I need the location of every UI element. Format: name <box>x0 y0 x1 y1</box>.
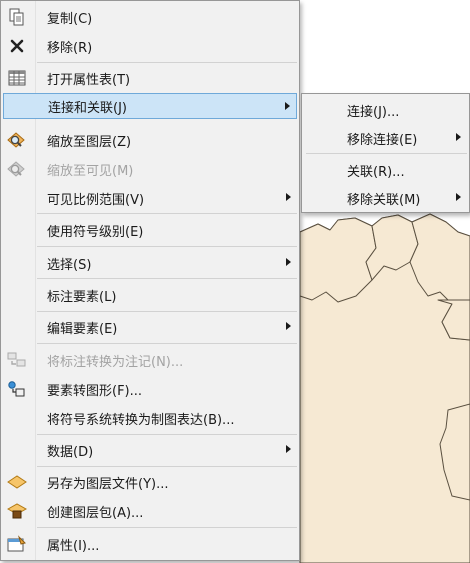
menu-item-convert-features-to-graphics[interactable]: 要素转图形(F)... <box>3 376 297 402</box>
layer-package-icon <box>7 501 27 521</box>
menu-item-selection[interactable]: 选择(S) <box>3 250 297 276</box>
menu-item-save-as-layer-file[interactable]: 另存为图层文件(Y)... <box>3 469 297 495</box>
menu-item-create-layer-package[interactable]: 创建图层包(A)... <box>3 498 297 524</box>
menu-item-joins-relates[interactable]: 连接和关联(J) <box>3 93 297 119</box>
menu-item-label: 缩放至图层(Z) <box>47 134 132 150</box>
menu-item-copy[interactable]: 复制(C) <box>3 4 297 30</box>
submenu-arrow-icon <box>286 193 291 201</box>
menu-separator <box>37 434 297 435</box>
menu-item-label: 连接(J)... <box>347 104 400 120</box>
menu-item-label: 创建图层包(A)... <box>47 505 144 521</box>
submenu-arrow-icon <box>285 102 290 110</box>
zoom-to-layer-icon <box>7 130 27 150</box>
menu-item-data[interactable]: 数据(D) <box>3 437 297 463</box>
copy-icon <box>7 7 27 27</box>
menu-item-label: 打开属性表(T) <box>47 72 131 88</box>
menu-separator <box>37 213 297 214</box>
menu-item-zoom-to-visible: 缩放至可见(M) <box>3 156 297 182</box>
menu-item-label: 关联(R)... <box>347 164 405 180</box>
menu-item-visible-scale-range[interactable]: 可见比例范围(V) <box>3 185 297 211</box>
menu-item-label: 连接和关联(J) <box>48 100 127 116</box>
menu-item-open-attribute-table[interactable]: 打开属性表(T) <box>3 65 297 91</box>
menu-item-properties[interactable]: 属性(I)... <box>3 531 297 557</box>
menu-separator <box>37 466 297 467</box>
submenu-item-remove-joins[interactable]: 移除连接(E) <box>304 125 467 151</box>
menu-item-label: 移除(R) <box>47 40 93 56</box>
menu-item-remove[interactable]: 移除(R) <box>3 33 297 59</box>
menu-separator <box>37 343 297 344</box>
menu-item-use-symbol-levels[interactable]: 使用符号级别(E) <box>3 217 297 243</box>
joins-relates-submenu: 连接(J)... 移除连接(E) 关联(R)... 移除关联(M) <box>301 93 470 213</box>
menu-separator <box>37 246 297 247</box>
submenu-arrow-icon <box>286 445 291 453</box>
menu-item-label: 移除关联(M) <box>347 192 421 208</box>
menu-separator <box>37 62 297 63</box>
menu-item-label: 缩放至可见(M) <box>47 163 134 179</box>
menu-item-label: 选择(S) <box>47 257 92 273</box>
menu-separator <box>37 527 297 528</box>
menu-item-label: 复制(C) <box>47 11 93 27</box>
menu-item-label: 属性(I)... <box>47 538 100 554</box>
menu-item-zoom-to-layer[interactable]: 缩放至图层(Z) <box>3 127 297 153</box>
menu-separator <box>37 278 297 279</box>
context-menu: 复制(C) 移除(R) 打开属性表(T) 连接和关联(J) 缩放至图层(Z) 缩… <box>0 0 300 561</box>
save-layer-file-icon <box>7 472 27 492</box>
menu-item-label: 标注要素(L) <box>47 289 117 305</box>
menu-item-convert-labels-to-annotation: 将标注转换为注记(N)... <box>3 347 297 373</box>
zoom-to-visible-icon <box>7 159 27 179</box>
menu-separator <box>306 153 467 154</box>
menu-separator <box>37 311 297 312</box>
submenu-arrow-icon <box>456 133 461 141</box>
features-to-graphics-icon <box>7 379 27 399</box>
remove-x-icon <box>7 36 27 56</box>
menu-item-label: 移除连接(E) <box>347 132 418 148</box>
menu-item-label: 另存为图层文件(Y)... <box>47 476 169 492</box>
menu-item-edit-features[interactable]: 编辑要素(E) <box>3 314 297 340</box>
submenu-arrow-icon <box>286 322 291 330</box>
menu-item-label: 要素转图形(F)... <box>47 383 143 399</box>
menu-item-label: 将标注转换为注记(N)... <box>47 354 184 370</box>
menu-item-label-features[interactable]: 标注要素(L) <box>3 282 297 308</box>
submenu-item-relate[interactable]: 关联(R)... <box>304 157 467 183</box>
properties-icon <box>7 534 27 554</box>
convert-labels-icon <box>7 350 27 370</box>
menu-item-label: 编辑要素(E) <box>47 321 118 337</box>
menu-item-label: 可见比例范围(V) <box>47 192 145 208</box>
submenu-item-remove-relates[interactable]: 移除关联(M) <box>304 185 467 211</box>
menu-item-label: 数据(D) <box>47 444 94 460</box>
attribute-table-icon <box>7 68 27 88</box>
menu-item-label: 使用符号级别(E) <box>47 224 144 240</box>
submenu-item-join[interactable]: 连接(J)... <box>304 97 467 123</box>
submenu-arrow-icon <box>456 193 461 201</box>
submenu-arrow-icon <box>286 258 291 266</box>
menu-item-label: 将符号系统转换为制图表达(B)... <box>47 412 235 428</box>
menu-item-convert-symbology-to-representation[interactable]: 将符号系统转换为制图表达(B)... <box>3 405 297 431</box>
